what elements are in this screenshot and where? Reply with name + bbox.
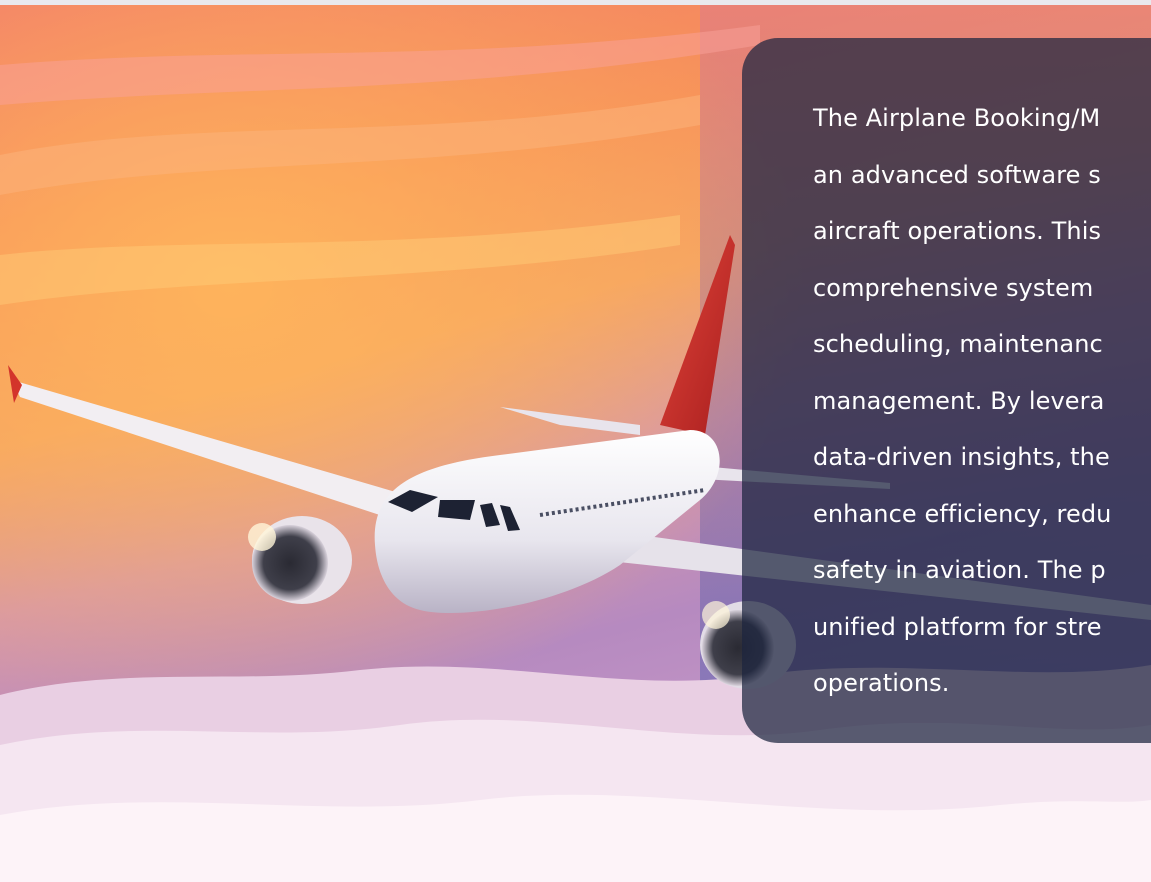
description-line: safety in aviation. The p [813,556,1106,584]
description-line: enhance efficiency, redu [813,499,1112,528]
description-line: scheduling, maintenanc [813,330,1103,358]
description-line: The Airplane Booking/M [813,104,1101,132]
description-line: management. By levera [813,386,1105,415]
top-bar [0,0,1151,5]
page: The Airplane Booking/M an advanced softw… [0,0,1151,882]
description-line: operations. [813,669,950,697]
description-card: The Airplane Booking/M an advanced softw… [742,38,1151,743]
description-line: comprehensive system [813,273,1094,302]
description-line: aircraft operations. This [813,217,1102,245]
description-line: unified platform for stre [813,612,1102,641]
description-text: The Airplane Booking/M an advanced softw… [813,90,1151,712]
description-line: data-driven insights, the [813,443,1110,471]
description-line: an advanced software s [813,160,1101,189]
